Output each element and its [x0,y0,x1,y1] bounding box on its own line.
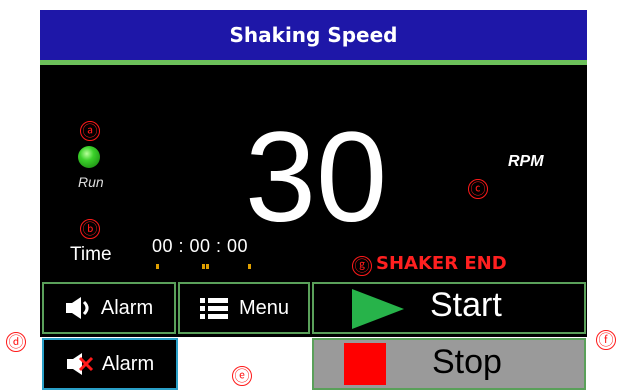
speaker-muted-icon [66,353,93,375]
alarm-muted-button-label: Alarm [101,352,155,375]
marker-f: ⓕ [596,330,616,350]
time-tick [156,264,159,269]
marker-c: ⓒ [468,179,488,199]
list-icon [199,298,228,319]
run-label: Run [78,174,104,190]
time-tick [202,264,205,269]
stop-button-label: Stop [432,343,502,381]
time-value: 00 : 00 : 00 [152,236,249,256]
play-icon [352,289,404,329]
marker-e: ⓔ [232,366,252,386]
marker-d: ⓓ [6,332,26,352]
marker-g: ⓖ [352,256,372,276]
alarm-button-label: Alarm [100,296,154,319]
marker-a: ⓐ [80,121,100,141]
run-indicator-led [78,146,100,168]
time-tick [206,264,209,269]
speaker-on-icon [65,297,89,319]
marker-b: ⓑ [80,219,100,239]
stop-icon [344,343,386,385]
alarm-muted-button[interactable]: Alarm [42,338,178,390]
status-message: SHAKER END [376,253,507,274]
time-tick [248,264,251,269]
menu-button[interactable]: Menu [178,282,310,334]
speed-value: 30 [244,106,388,249]
page-title: Shaking Speed [40,10,587,60]
alarm-button[interactable]: Alarm [42,282,176,334]
time-label: Time [70,244,112,265]
menu-button-label: Menu [238,296,290,319]
start-button-label: Start [430,286,502,324]
speed-unit: RPM [508,153,544,170]
title-divider [40,60,587,65]
